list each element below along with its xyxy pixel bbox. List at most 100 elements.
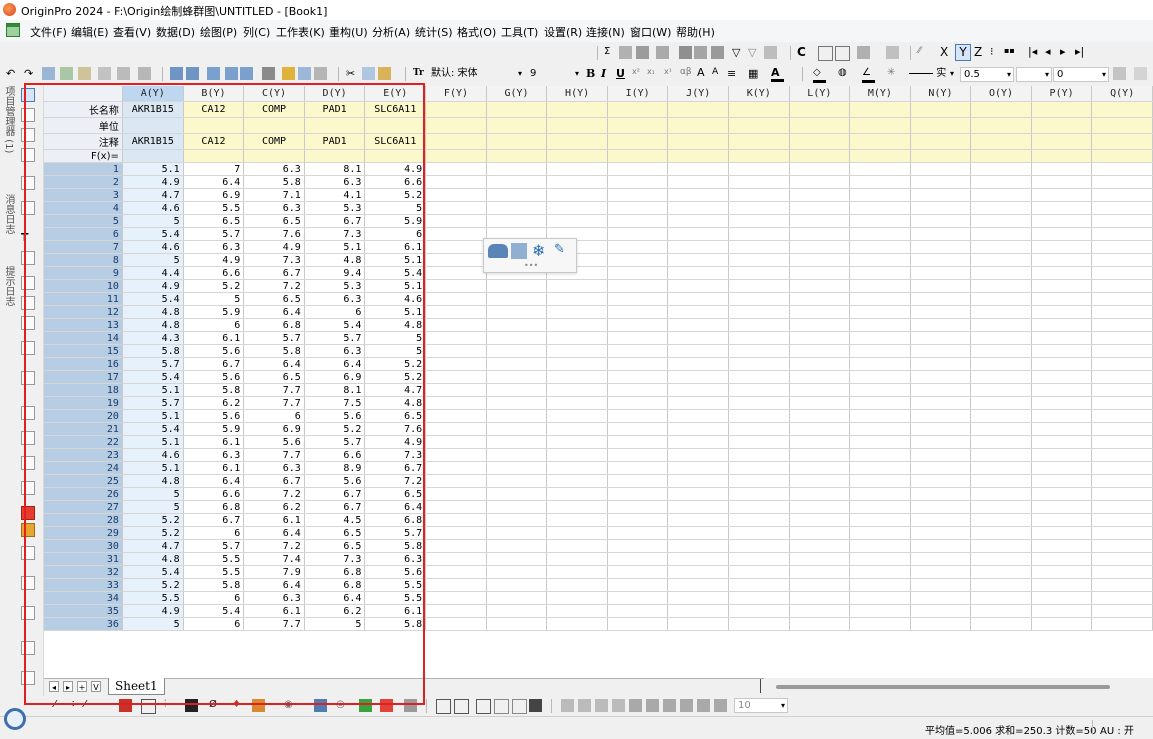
data-cell[interactable] [607, 331, 669, 345]
data-cell[interactable]: 6 [183, 526, 245, 540]
column-header[interactable]: P(Y) [1031, 86, 1093, 102]
data-cell[interactable]: 4.8 [364, 318, 427, 332]
data-cell[interactable]: 6.7 [304, 487, 366, 501]
data-cell[interactable] [910, 318, 972, 332]
data-cell[interactable] [486, 175, 548, 189]
data-cell[interactable] [667, 591, 729, 605]
meta-cell[interactable] [607, 133, 669, 150]
data-cell[interactable]: 5.4 [122, 227, 184, 241]
worksheet-grid[interactable]: A(Y) B(Y) C(Y) D(Y) E(Y) F(Y) G(Y) H(Y) I(Y) J(Y)… [44, 86, 1153, 678]
meta-cell[interactable] [486, 117, 548, 134]
data-cell[interactable] [425, 227, 487, 241]
meta-cell[interactable] [486, 101, 548, 118]
data-cell[interactable] [607, 422, 669, 436]
meta-cell[interactable] [364, 149, 427, 163]
data-cell[interactable] [728, 318, 790, 332]
data-cell[interactable] [728, 240, 790, 254]
data-cell[interactable] [728, 461, 790, 475]
meta-cell[interactable] [728, 117, 790, 134]
data-cell[interactable] [910, 409, 972, 423]
filter-options-icon[interactable] [764, 46, 777, 59]
data-cell[interactable] [728, 331, 790, 345]
data-cell[interactable]: 5.7 [122, 357, 184, 371]
data-cell[interactable] [849, 578, 911, 592]
data-cell[interactable] [970, 188, 1032, 202]
data-cell[interactable]: 6.7 [243, 266, 305, 280]
data-cell[interactable] [728, 227, 790, 241]
data-cell[interactable] [1031, 565, 1093, 579]
data-cell[interactable]: 6.8 [364, 513, 427, 527]
data-cell[interactable] [789, 474, 851, 488]
data-cell[interactable] [789, 201, 851, 215]
data-cell[interactable] [425, 175, 487, 189]
meta-row-label[interactable]: 单位 [44, 117, 123, 134]
data-cell[interactable] [910, 331, 972, 345]
data-cell[interactable] [789, 227, 851, 241]
row-number[interactable]: 24 [44, 461, 123, 475]
data-cell[interactable]: 6 [183, 318, 245, 332]
sheet-prev-button[interactable]: ◂ [49, 681, 59, 692]
data-cell[interactable] [970, 175, 1032, 189]
data-cell[interactable] [425, 552, 487, 566]
add-sheet-button[interactable]: + [77, 681, 87, 692]
data-cell[interactable] [910, 474, 972, 488]
data-cell[interactable] [667, 422, 729, 436]
data-cell[interactable] [728, 422, 790, 436]
data-cell[interactable] [1031, 175, 1093, 189]
data-cell[interactable] [486, 500, 548, 514]
data-cell[interactable]: 6.8 [304, 565, 366, 579]
search-icon[interactable] [4, 708, 26, 730]
row-number[interactable]: 7 [44, 240, 123, 254]
data-cell[interactable] [728, 396, 790, 410]
meta-cell[interactable] [546, 101, 608, 118]
data-cell[interactable] [607, 565, 669, 579]
data-cell[interactable]: 7.9 [243, 565, 305, 579]
column-header[interactable]: E(Y) [364, 86, 427, 102]
column-header[interactable]: I(Y) [607, 86, 669, 102]
menu-column[interactable]: 列(C) [243, 24, 270, 40]
data-cell[interactable]: 5.9 [183, 422, 245, 436]
data-cell[interactable]: 5.4 [364, 266, 427, 280]
data-cell[interactable]: 5.9 [183, 305, 245, 319]
meta-cell[interactable] [970, 133, 1032, 150]
data-cell[interactable] [1091, 539, 1153, 553]
data-cell[interactable]: 4.6 [122, 240, 184, 254]
data-cell[interactable] [546, 487, 608, 501]
row-number[interactable]: 22 [44, 435, 123, 449]
data-cell[interactable]: 6 [243, 409, 305, 423]
data-cell[interactable] [607, 539, 669, 553]
data-cell[interactable] [667, 409, 729, 423]
data-cell[interactable] [1031, 591, 1093, 605]
data-cell[interactable] [546, 565, 608, 579]
data-cell[interactable]: 5.1 [122, 409, 184, 423]
data-cell[interactable] [546, 474, 608, 488]
data-cell[interactable]: 6.8 [183, 500, 245, 514]
data-cell[interactable] [425, 240, 487, 254]
meta-cell[interactable]: COMP [243, 101, 305, 118]
data-cell[interactable] [789, 292, 851, 306]
data-cell[interactable] [546, 201, 608, 215]
data-cell[interactable] [667, 357, 729, 371]
data-cell[interactable] [849, 162, 911, 176]
meta-cell[interactable] [122, 149, 184, 163]
data-cell[interactable] [486, 370, 548, 384]
data-cell[interactable] [425, 526, 487, 540]
data-reader-icon[interactable] [21, 148, 35, 162]
data-cell[interactable]: 5.1 [364, 279, 427, 293]
data-cell[interactable] [910, 578, 972, 592]
data-cell[interactable] [667, 162, 729, 176]
data-cell[interactable]: 6 [304, 305, 366, 319]
data-cell[interactable] [910, 396, 972, 410]
meta-cell[interactable] [304, 117, 366, 134]
options-icon[interactable] [886, 46, 899, 59]
data-cell[interactable] [789, 513, 851, 527]
data-cell[interactable] [486, 305, 548, 319]
worksheet-icon[interactable] [6, 23, 20, 37]
multi-panel-icon[interactable] [380, 699, 393, 712]
row-number[interactable]: 12 [44, 305, 123, 319]
data-cell[interactable] [849, 500, 911, 514]
data-cell[interactable] [849, 565, 911, 579]
data-cell[interactable] [1091, 227, 1153, 241]
data-cell[interactable] [667, 383, 729, 397]
data-cell[interactable] [910, 383, 972, 397]
